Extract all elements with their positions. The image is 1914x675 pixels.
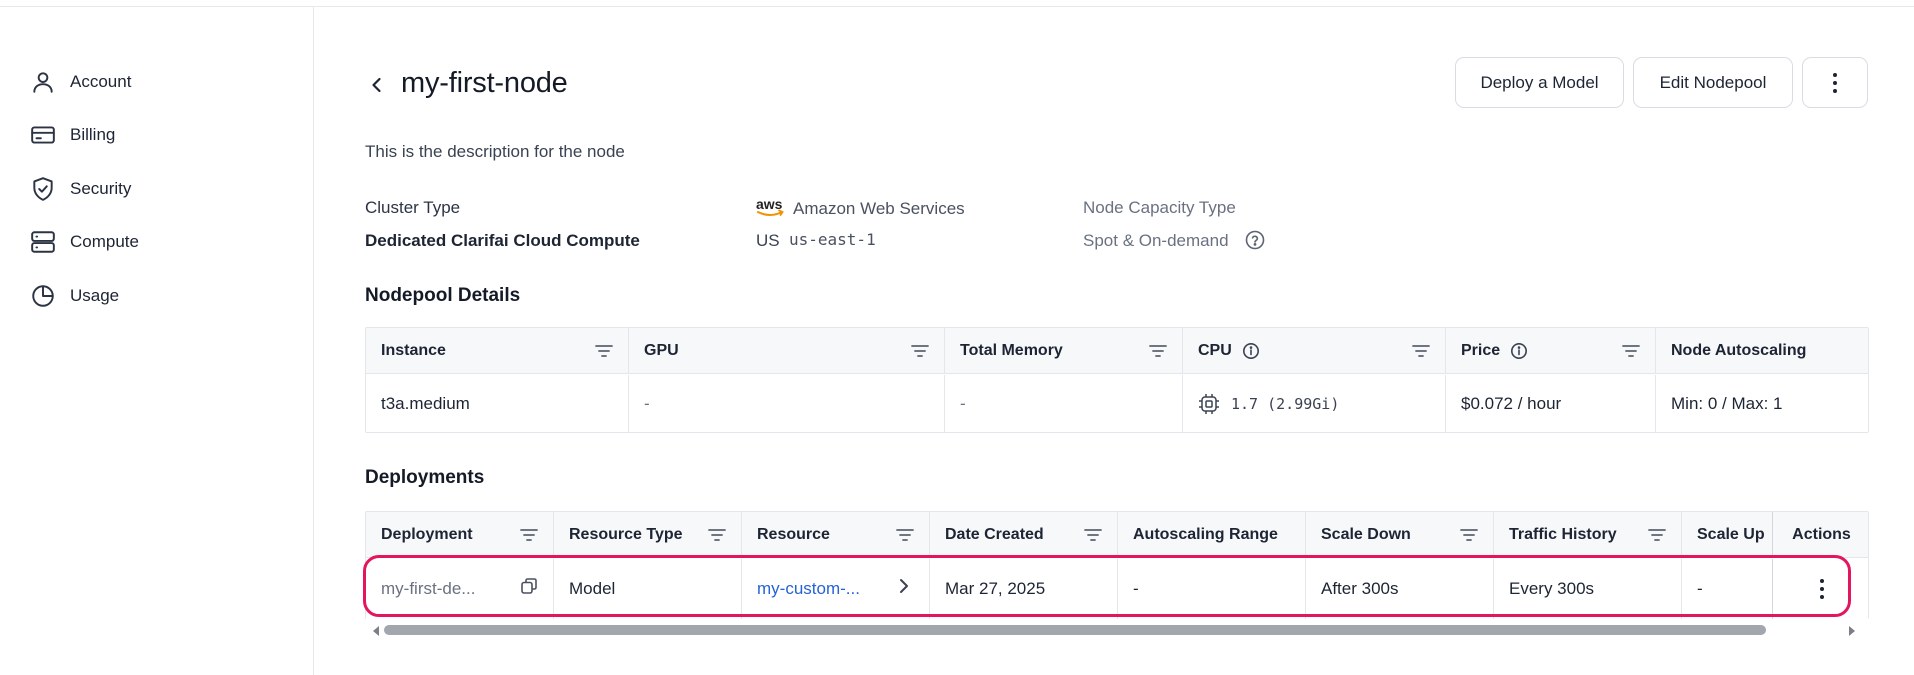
copy-icon[interactable] xyxy=(519,576,539,596)
capacity-type-value: Spot & On-demand xyxy=(1083,231,1229,250)
deployment-name: my-first-de... xyxy=(381,579,476,598)
deployments-table: Deployment Resource Type Resource Date C… xyxy=(365,511,1869,619)
scroll-right-arrow-icon[interactable] xyxy=(1847,624,1857,636)
cell-scale-up: - xyxy=(1682,559,1773,619)
cell-gpu: - xyxy=(629,375,945,432)
cell-instance: t3a.medium xyxy=(366,375,629,432)
user-icon xyxy=(33,72,53,93)
filter-icon[interactable] xyxy=(519,526,539,544)
col-header-gpu: GPU xyxy=(629,328,945,374)
info-icon[interactable] xyxy=(1242,342,1260,360)
sidebar-item-label: Security xyxy=(70,179,132,198)
col-header-instance: Instance xyxy=(366,328,629,374)
credit-card-icon xyxy=(31,126,55,144)
back-button[interactable] xyxy=(363,71,391,99)
row-actions-button[interactable] xyxy=(1773,559,1868,619)
sidebar-item-label: Usage xyxy=(70,286,120,305)
sidebar-item-account[interactable]: Account xyxy=(30,67,131,97)
filter-icon[interactable] xyxy=(1083,526,1103,544)
cpu-value: 1.7 (2.99Gi) xyxy=(1231,395,1340,413)
scrollbar-thumb[interactable] xyxy=(384,625,1766,635)
cell-scale-down: After 300s xyxy=(1306,559,1494,619)
cell-resource-type: Model xyxy=(554,559,742,619)
sidebar-item-usage[interactable]: Usage xyxy=(30,281,119,311)
main-content: my-first-node Deploy a Model Edit Nodepo… xyxy=(315,7,1914,675)
cell-memory: - xyxy=(945,375,1183,432)
resource-link[interactable]: my-custom-... xyxy=(757,579,860,599)
page-title: my-first-node xyxy=(401,67,568,99)
cluster-type-value: Dedicated Clarifai Cloud Compute xyxy=(365,231,640,250)
cell-autoscaling-range: - xyxy=(1118,559,1306,619)
col-header-cpu: CPU xyxy=(1183,328,1446,374)
cell-date-created: Mar 27, 2025 xyxy=(930,559,1118,619)
col-header-scale-up: Scale Up xyxy=(1682,512,1773,558)
cluster-type-label: Cluster Type xyxy=(365,198,461,217)
deploy-model-button[interactable]: Deploy a Model xyxy=(1455,57,1624,108)
filter-icon[interactable] xyxy=(594,342,614,360)
cell-node-autoscaling: Min: 0 / Max: 1 xyxy=(1671,394,1783,413)
filter-icon[interactable] xyxy=(1148,342,1168,360)
info-icon[interactable] xyxy=(1510,342,1528,360)
filter-icon[interactable] xyxy=(895,526,915,544)
cell-deployment: my-first-de... xyxy=(366,559,554,619)
sidebar-item-compute[interactable]: Compute xyxy=(30,227,139,257)
cell-cpu: 1.7 (2.99Gi) xyxy=(1183,375,1446,432)
col-header-resource-type: Resource Type xyxy=(554,512,742,558)
edit-nodepool-button[interactable]: Edit Nodepool xyxy=(1633,57,1793,108)
help-circle-icon[interactable] xyxy=(1244,229,1266,251)
region-code: US xyxy=(756,231,780,250)
filter-icon[interactable] xyxy=(1647,526,1667,544)
aws-logo: aws xyxy=(756,197,784,216)
settings-sidebar: Account Billing Security Compute Usage xyxy=(0,7,314,675)
nodepool-table: Instance GPU Total Memory CPU Price Node… xyxy=(365,327,1869,433)
filter-icon[interactable] xyxy=(707,526,727,544)
col-header-deployment: Deployment xyxy=(366,512,554,558)
cell-traffic-history: Every 300s xyxy=(1494,559,1682,619)
col-header-node-autoscaling: Node Autoscaling xyxy=(1671,342,1807,359)
nodepool-details-title: Nodepool Details xyxy=(365,285,521,306)
table-header: Deployment Resource Type Resource Date C… xyxy=(366,512,1868,558)
deployments-title: Deployments xyxy=(365,467,485,488)
sidebar-item-label: Account xyxy=(70,72,132,91)
cell-price: $0.072 / hour xyxy=(1446,375,1656,432)
col-header-price: Price xyxy=(1446,328,1656,374)
region-value: us-east-1 xyxy=(789,230,876,249)
filter-icon[interactable] xyxy=(1411,342,1431,360)
table-header: Instance GPU Total Memory CPU Price Node… xyxy=(366,328,1868,374)
filter-icon[interactable] xyxy=(1459,526,1479,544)
sidebar-item-label: Compute xyxy=(70,232,139,251)
horizontal-scrollbar[interactable] xyxy=(371,623,1861,637)
shield-check-icon xyxy=(33,177,53,201)
node-description: This is the description for the node xyxy=(365,142,625,161)
more-vertical-icon xyxy=(1819,579,1824,599)
filter-icon[interactable] xyxy=(1621,342,1641,360)
server-icon xyxy=(31,231,55,253)
filter-icon[interactable] xyxy=(910,342,930,360)
col-header-resource: Resource xyxy=(742,512,930,558)
col-header-date-created: Date Created xyxy=(930,512,1118,558)
col-header-actions: Actions xyxy=(1792,526,1851,543)
cloud-provider: Amazon Web Services xyxy=(793,199,965,218)
col-header-traffic-history: Traffic History xyxy=(1494,512,1682,558)
chevron-right-icon[interactable] xyxy=(897,576,911,596)
col-header-autoscaling-range: Autoscaling Range xyxy=(1118,512,1306,558)
col-header-scale-down: Scale Down xyxy=(1306,512,1494,558)
sidebar-item-label: Billing xyxy=(70,125,116,144)
cell-resource: my-custom-... xyxy=(742,559,930,619)
more-options-button[interactable] xyxy=(1802,57,1868,108)
sidebar-item-billing[interactable]: Billing xyxy=(30,120,115,150)
more-vertical-icon xyxy=(1833,72,1837,93)
cpu-icon xyxy=(1197,392,1221,416)
capacity-type-label: Node Capacity Type xyxy=(1083,198,1236,217)
chevron-left-icon xyxy=(372,77,381,93)
scroll-left-arrow-icon[interactable] xyxy=(371,624,381,636)
pie-chart-icon xyxy=(32,285,54,307)
col-header-total-memory: Total Memory xyxy=(945,328,1183,374)
sidebar-item-security[interactable]: Security xyxy=(30,174,131,204)
